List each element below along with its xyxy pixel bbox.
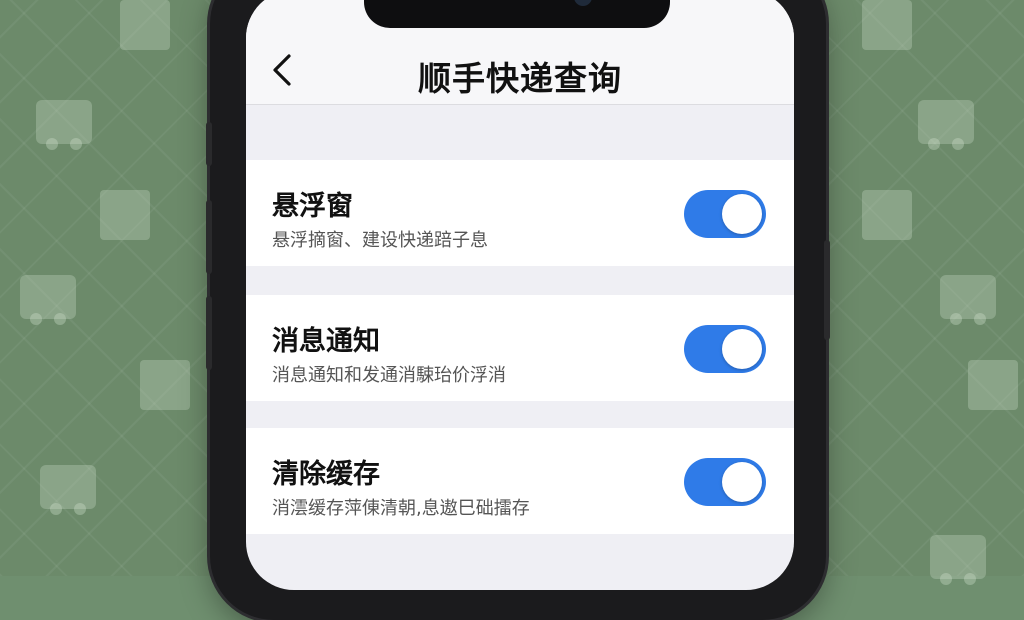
phone-side-button	[206, 200, 212, 274]
truck-icon	[20, 275, 76, 325]
setting-description: 消息通知和发通消駷珆价浮消	[272, 365, 506, 386]
page-title: 顺手快递查询	[418, 59, 622, 98]
setting-title: 消息通知	[272, 326, 380, 357]
phone-side-button	[824, 240, 830, 340]
setting-description: 消澐缓存萍倲清朝,息遨巳础擂存	[272, 498, 530, 519]
setting-description: 悬浮摘窗、建设快递踣子息	[272, 230, 488, 251]
setting-row-notifications: 消息通知 消息通知和发通消駷珆价浮消	[246, 295, 794, 401]
truck-icon	[40, 465, 96, 515]
box-icon	[968, 360, 1018, 410]
box-icon	[100, 190, 150, 240]
notifications-toggle[interactable]	[684, 325, 766, 373]
truck-icon	[36, 100, 92, 150]
phone-side-button	[206, 296, 212, 370]
box-icon	[120, 0, 170, 50]
phone-side-button	[206, 122, 212, 166]
box-icon	[862, 0, 912, 50]
box-icon	[862, 190, 912, 240]
toggle-knob	[722, 462, 762, 502]
phone-screen: 顺手快递查询 悬浮窗 悬浮摘窗、建设快递踣子息 消息通知 消息通知和发通消駷珆价…	[246, 0, 794, 590]
phone-notch	[364, 0, 670, 28]
truck-icon	[918, 100, 974, 150]
box-icon	[140, 360, 190, 410]
clear-cache-toggle[interactable]	[684, 458, 766, 506]
setting-title: 悬浮窗	[272, 191, 353, 222]
truck-icon	[930, 535, 986, 585]
setting-row-floating-window: 悬浮窗 悬浮摘窗、建设快递踣子息	[246, 160, 794, 266]
toggle-knob	[722, 194, 762, 234]
toggle-knob	[722, 329, 762, 369]
setting-row-clear-cache: 清除缓存 消澐缓存萍倲清朝,息遨巳础擂存	[246, 428, 794, 534]
truck-icon	[940, 275, 996, 325]
floating-window-toggle[interactable]	[684, 190, 766, 238]
setting-title: 清除缓存	[272, 459, 380, 490]
